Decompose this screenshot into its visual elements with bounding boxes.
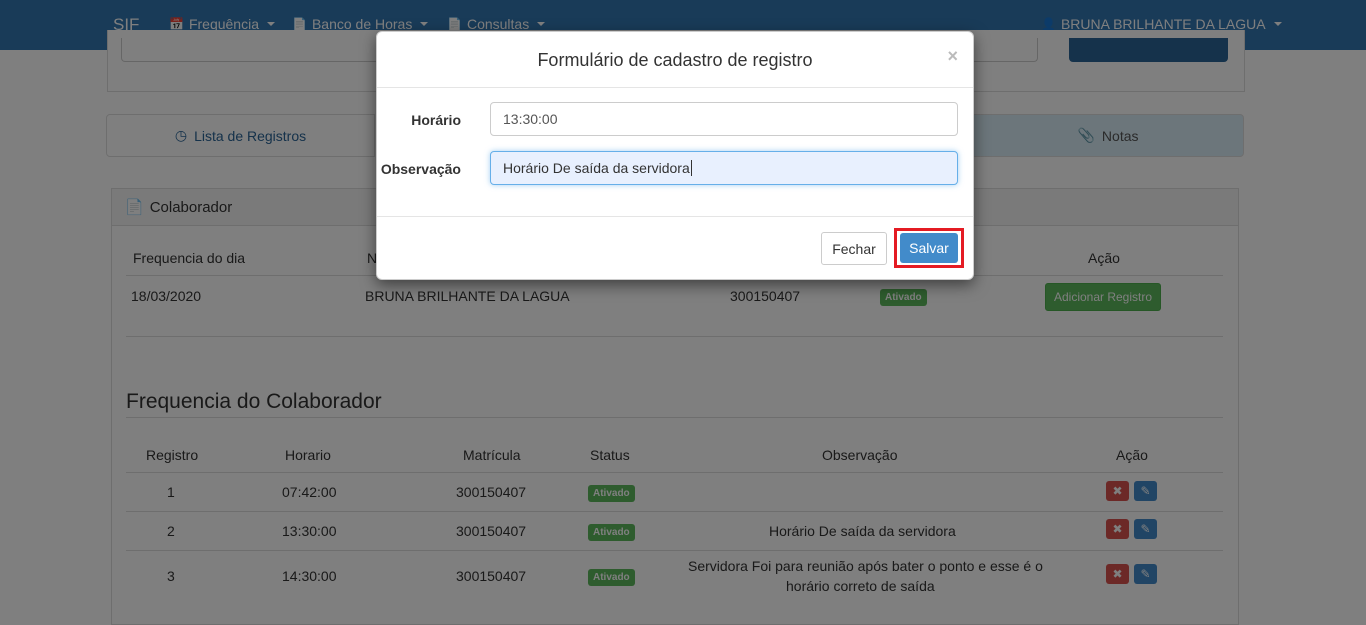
modal-title: Formulário de cadastro de registro: [537, 50, 813, 70]
observacao-input[interactable]: Horário De saída da servidora: [490, 151, 958, 185]
observacao-value: Horário De saída da servidora: [503, 160, 690, 176]
observacao-label: Observação: [380, 161, 461, 177]
horario-value: 13:30:00: [503, 111, 558, 127]
salvar-button[interactable]: Salvar: [900, 233, 958, 263]
close-icon[interactable]: ×: [947, 46, 958, 67]
modal-header: Formulário de cadastro de registro ×: [377, 32, 973, 88]
horario-label: Horário: [411, 112, 461, 128]
registro-modal: Formulário de cadastro de registro × Hor…: [376, 31, 974, 280]
text-cursor: [690, 160, 692, 176]
salvar-highlight: Salvar: [894, 228, 964, 268]
fechar-button[interactable]: Fechar: [821, 232, 887, 265]
horario-input[interactable]: 13:30:00: [490, 102, 958, 136]
